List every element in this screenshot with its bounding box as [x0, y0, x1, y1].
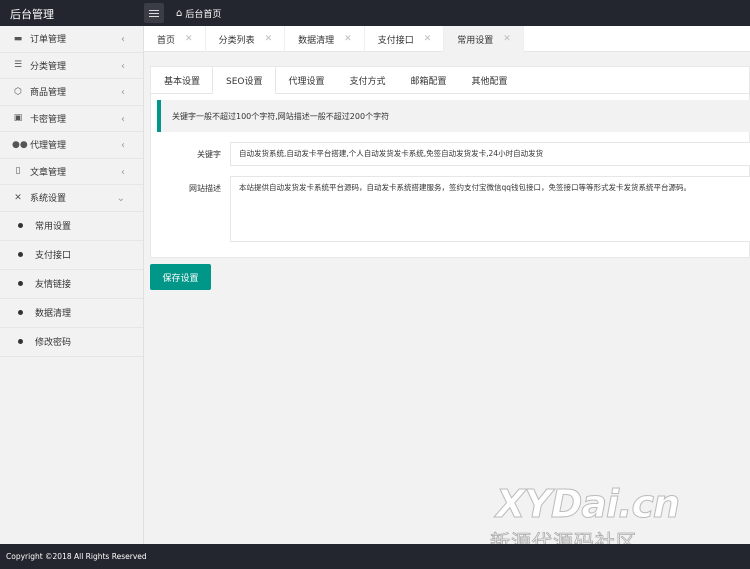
- keywords-input[interactable]: 自动发货系统,自动发卡平台搭建,个人自动发货发卡系统,免签自动发货发卡,24小时…: [230, 142, 750, 166]
- users-icon: ●●: [12, 139, 28, 150]
- watermark-text: XYDai.cn: [495, 482, 680, 527]
- close-icon[interactable]: ✕: [503, 34, 511, 44]
- bullet-icon: [18, 223, 23, 228]
- home-link[interactable]: ⌂ 后台首页: [176, 7, 221, 20]
- chevron-left-icon: ‹: [121, 34, 125, 45]
- subtab-basic[interactable]: 基本设置: [151, 67, 212, 94]
- chevron-left-icon: ‹: [121, 166, 125, 178]
- app-title: 后台管理: [10, 8, 54, 21]
- bullet-icon: [18, 310, 23, 315]
- tab-category-list[interactable]: 分类列表 ✕: [206, 26, 286, 52]
- cube-icon: ⬡: [14, 86, 22, 97]
- sidebar-item-cards[interactable]: ▣ 卡密管理 ‹: [0, 106, 143, 132]
- sidebar-item-label: 系统设置: [30, 194, 67, 205]
- sidebar-subitem-label: 数据清理: [35, 309, 72, 319]
- tab-label: 数据清理: [298, 35, 335, 46]
- notice-banner: 关键字一般不超过100个字符,网站描述一般不超过200个字符: [157, 100, 750, 132]
- description-label: 网站描述: [189, 184, 221, 193]
- sidebar-subitem-data-cleanup[interactable]: 数据清理: [0, 299, 143, 328]
- sidebar: ▬ 订单管理 ‹ ☰ 分类管理 ‹ ⬡ 商品管理 ‹ ▣ 卡密管理 ‹ ●● 代…: [0, 26, 144, 544]
- sidebar-subitem-change-password[interactable]: 修改密码: [0, 328, 143, 357]
- sidebar-item-label: 商品管理: [30, 88, 67, 99]
- sidebar-item-categories[interactable]: ☰ 分类管理 ‹: [0, 53, 143, 79]
- tab-label: 常用设置: [457, 35, 494, 46]
- list-icon: ☰: [13, 60, 23, 71]
- subtab-agent[interactable]: 代理设置: [276, 67, 337, 94]
- sidebar-item-label: 卡密管理: [30, 114, 67, 125]
- subtab-other[interactable]: 其他配置: [459, 67, 520, 94]
- keywords-label: 关键字: [197, 150, 221, 159]
- tab-common-settings[interactable]: 常用设置 ✕: [444, 26, 524, 52]
- tools-icon: ✕: [14, 192, 22, 203]
- tab-data-cleanup[interactable]: 数据清理 ✕: [285, 26, 365, 52]
- card-icon: ▣: [13, 113, 23, 124]
- sidebar-subitem-common-settings[interactable]: 常用设置: [0, 212, 143, 241]
- footer: Copyright ©2018 All Rights Reserved: [0, 544, 750, 569]
- sidebar-item-label: 文章管理: [30, 167, 67, 178]
- top-bar: 后台管理 ⌂ 后台首页: [0, 0, 750, 26]
- tab-label: 分类列表: [218, 35, 255, 46]
- sidebar-subitem-label: 支付接口: [35, 251, 72, 261]
- sidebar-item-label: 代理管理: [30, 141, 67, 152]
- bullet-icon: [18, 281, 23, 286]
- sidebar-item-label: 分类管理: [30, 61, 67, 72]
- page-tabs: 首页 ✕ 分类列表 ✕ 数据清理 ✕ 支付接口 ✕ 常用设置 ✕: [144, 26, 750, 52]
- close-icon[interactable]: ✕: [424, 34, 432, 44]
- sidebar-subitem-label: 常用设置: [35, 222, 72, 232]
- close-icon[interactable]: ✕: [265, 34, 273, 44]
- sidebar-item-products[interactable]: ⬡ 商品管理 ‹: [0, 79, 143, 106]
- sidebar-item-orders[interactable]: ▬ 订单管理 ‹: [0, 26, 143, 53]
- chevron-left-icon: ‹: [121, 140, 125, 151]
- chevron-left-icon: ‹: [121, 113, 125, 125]
- chevron-left-icon: ‹: [121, 87, 125, 98]
- close-icon[interactable]: ✕: [185, 34, 193, 44]
- close-icon[interactable]: ✕: [344, 34, 352, 44]
- sidebar-subitem-label: 友情链接: [35, 280, 72, 290]
- document-icon: ▯: [15, 166, 21, 177]
- watermark: XYDai.cn 新源代源码社区: [490, 482, 720, 555]
- hamburger-icon[interactable]: [144, 3, 164, 23]
- subtab-seo[interactable]: SEO设置: [212, 67, 276, 94]
- tab-label: 首页: [157, 35, 176, 46]
- home-icon: ⌂: [176, 7, 183, 19]
- home-link-label: 后台首页: [185, 10, 222, 20]
- sidebar-item-system-settings[interactable]: ✕ 系统设置 ⌄: [0, 185, 143, 212]
- bullet-icon: [18, 252, 23, 257]
- sidebar-item-articles[interactable]: ▯ 文章管理 ‹: [0, 159, 143, 185]
- sidebar-subitem-label: 修改密码: [35, 338, 72, 348]
- chevron-down-icon: ⌄: [116, 193, 125, 204]
- bullet-icon: [18, 339, 23, 344]
- subtab-payment-methods[interactable]: 支付方式: [337, 67, 398, 94]
- chevron-left-icon: ‹: [121, 60, 125, 72]
- sidebar-item-label: 订单管理: [30, 35, 67, 46]
- order-icon: ▬: [13, 33, 23, 44]
- tab-label: 支付接口: [377, 35, 414, 46]
- tab-payment[interactable]: 支付接口 ✕: [365, 26, 445, 52]
- sidebar-subitem-payment[interactable]: 支付接口: [0, 241, 143, 270]
- settings-panel: 基本设置 SEO设置 代理设置 支付方式 邮箱配置 其他配置 关键字一般不超过1…: [150, 66, 750, 258]
- description-textarea[interactable]: 本站提供自动发货发卡系统平台源码，自动发卡系统搭建服务，签约支付宝微信qq钱包接…: [230, 176, 750, 242]
- sidebar-item-agents[interactable]: ●● 代理管理 ‹: [0, 132, 143, 159]
- sidebar-subitem-links[interactable]: 友情链接: [0, 270, 143, 299]
- save-button[interactable]: 保存设置: [150, 264, 211, 290]
- tab-home[interactable]: 首页 ✕: [144, 26, 206, 52]
- settings-subtabs: 基本设置 SEO设置 代理设置 支付方式 邮箱配置 其他配置: [151, 67, 749, 94]
- subtab-email[interactable]: 邮箱配置: [398, 67, 459, 94]
